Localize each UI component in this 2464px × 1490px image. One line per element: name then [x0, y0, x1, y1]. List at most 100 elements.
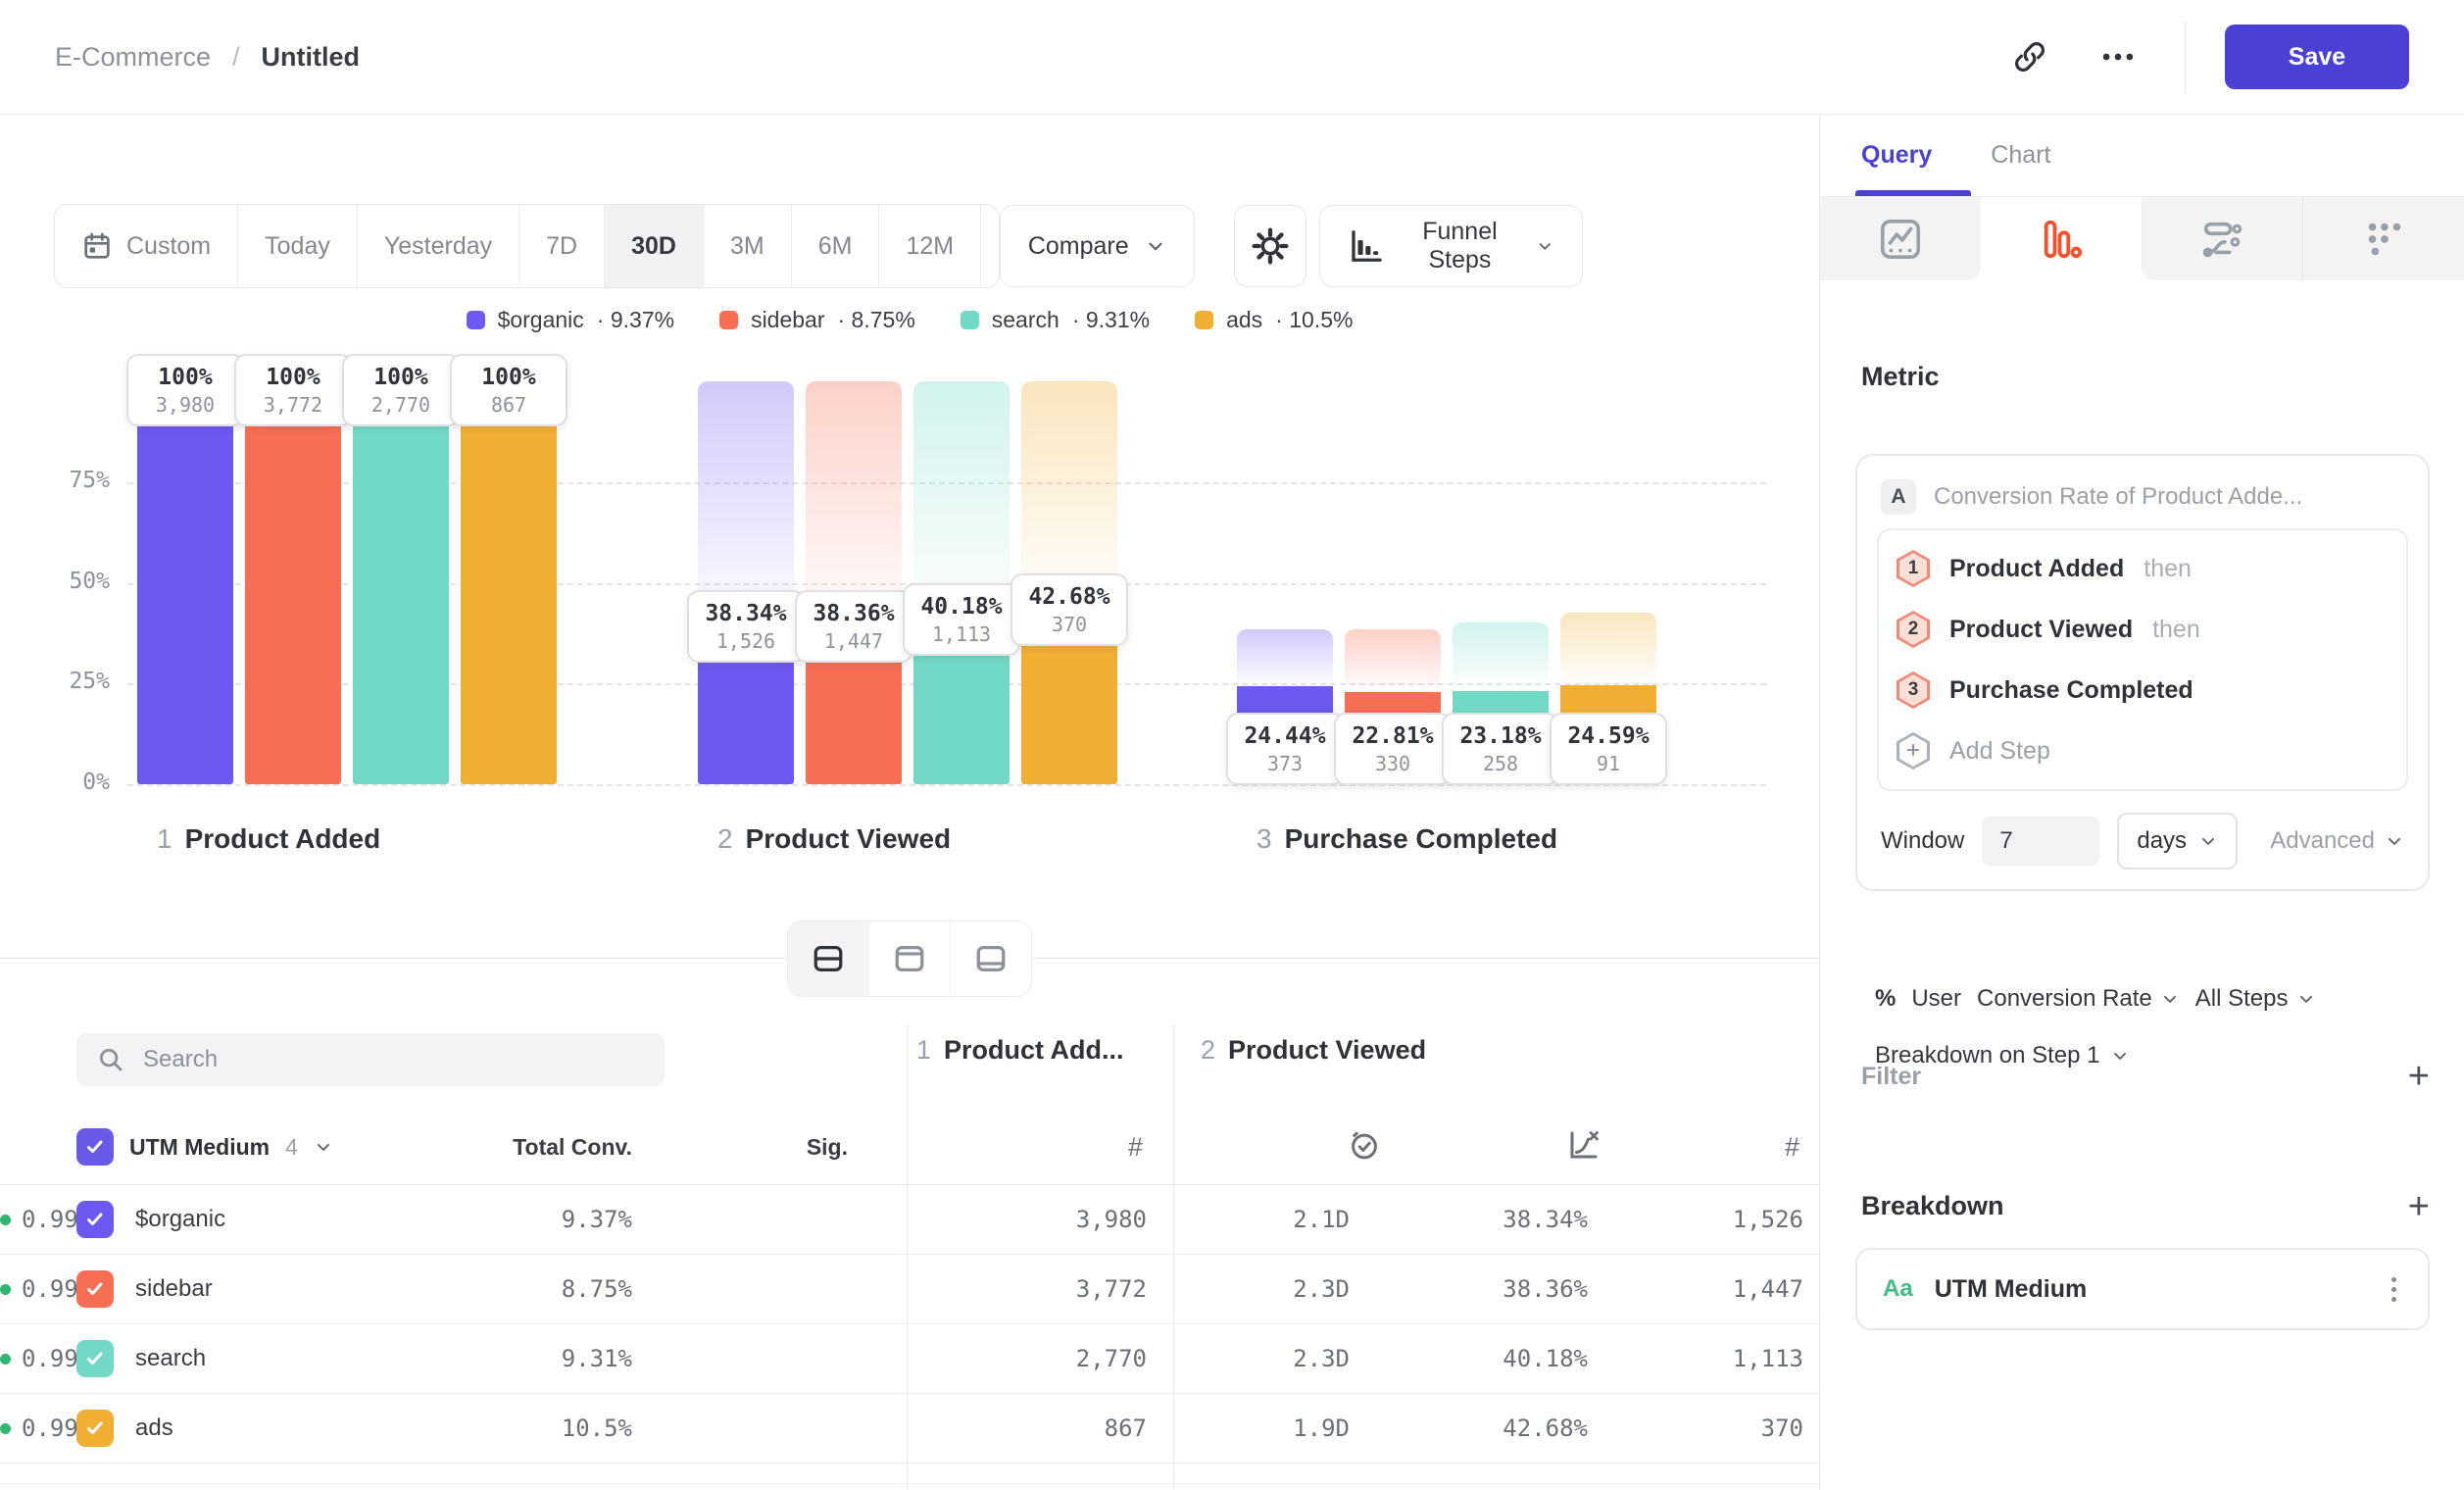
- metric-step-then: then: [2152, 616, 2200, 644]
- y-axis-tick: 50%: [0, 569, 110, 594]
- window-unit-dropdown[interactable]: days: [2117, 813, 2238, 869]
- tab-chart[interactable]: Chart: [1991, 141, 2050, 170]
- metric-title-row[interactable]: A Conversion Rate of Product Adde...: [1877, 473, 2408, 528]
- compare-button[interactable]: Compare: [1000, 205, 1195, 287]
- advanced-dropdown[interactable]: Advanced: [2270, 827, 2404, 855]
- funnel-bar-organic-step1[interactable]: 100%3,980: [137, 381, 233, 784]
- legend-item-organic[interactable]: $organic· 9.37%: [467, 307, 675, 333]
- metric-step-2[interactable]: 2Product Viewedthen: [1879, 599, 2406, 660]
- save-button[interactable]: Save: [2225, 25, 2409, 89]
- step-name: Product Viewed: [746, 823, 952, 855]
- breadcrumb: E-Commerce / Untitled: [55, 42, 360, 73]
- window-value-input[interactable]: [1982, 817, 2099, 866]
- step2-count-value: 1,526: [1733, 1185, 1803, 1254]
- range-30d[interactable]: 30D: [604, 205, 703, 287]
- funnel-bar-search-step2[interactable]: 40.18%1,113: [913, 381, 1010, 784]
- legend-item-sidebar[interactable]: sidebar· 8.75%: [719, 307, 915, 333]
- row-checkbox[interactable]: [76, 1270, 114, 1308]
- y-axis-tick: 75%: [0, 468, 110, 493]
- select-all-checkbox[interactable]: [76, 1128, 114, 1166]
- funnel-bar-ads-step1[interactable]: 100%867: [461, 381, 557, 784]
- add-step-button[interactable]: +Add Step: [1879, 720, 2406, 781]
- chart-type-dropdown[interactable]: Funnel Steps: [1319, 205, 1583, 287]
- topbar-divider: [2185, 22, 2186, 92]
- range-custom[interactable]: Custom: [55, 205, 237, 287]
- table-only-view-button[interactable]: [950, 921, 1031, 996]
- funnel-bar-sidebar-step3[interactable]: 22.81%330: [1345, 381, 1441, 784]
- funnel-bar-organic-step3[interactable]: 24.44%373: [1237, 381, 1333, 784]
- range-xtd[interactable]: XTD: [980, 205, 1000, 287]
- range-yesterday[interactable]: Yesterday: [357, 205, 518, 287]
- legend-item-search[interactable]: search· 9.31%: [961, 307, 1150, 333]
- breakdown-item[interactable]: Aa UTM Medium: [1855, 1248, 2430, 1330]
- step2-avg-time-column-icon[interactable]: [1347, 1127, 1382, 1163]
- search-input[interactable]: [141, 1045, 645, 1074]
- measure-scope-dropdown[interactable]: All Steps: [2195, 985, 2316, 1013]
- step-badge-number: 3: [1897, 671, 1930, 709]
- tab-query[interactable]: Query: [1861, 141, 1932, 170]
- add-breakdown-button[interactable]: +: [2408, 1192, 2430, 1221]
- chart-type-tab-funnel-chart[interactable]: [1981, 197, 2142, 280]
- bar-count: 258: [1483, 751, 1518, 776]
- funnel-bar-organic-step2[interactable]: 38.34%1,526: [698, 381, 794, 784]
- breadcrumb-page[interactable]: Untitled: [262, 42, 361, 73]
- conversion-window-row: Window days Advanced: [1877, 813, 2408, 869]
- total-conv-column-header[interactable]: Total Conv.: [513, 1119, 632, 1174]
- group-column-header[interactable]: UTM Medium 4: [76, 1119, 333, 1174]
- chart-type-tab-flow-chart[interactable]: [2142, 197, 2303, 280]
- funnel-bar-sidebar-step2[interactable]: 38.36%1,447: [806, 381, 902, 784]
- bar-count: 3,980: [156, 392, 215, 418]
- metric-step-1[interactable]: 1Product Addedthen: [1879, 538, 2406, 599]
- funnel-bar-ads-step3[interactable]: 24.59%91: [1560, 381, 1656, 784]
- step2-avg-time-value: 2.3D: [1293, 1255, 1350, 1323]
- step2-count-column-icon[interactable]: #: [1785, 1119, 1799, 1174]
- metric-step-label: Purchase Completed: [1949, 676, 2193, 705]
- split-view-button[interactable]: [788, 921, 868, 996]
- more-options-icon[interactable]: [2091, 29, 2145, 84]
- add-filter-button[interactable]: +: [2408, 1062, 2430, 1091]
- copy-link-icon[interactable]: [2002, 29, 2057, 84]
- step1-count-value: 3,772: [1076, 1255, 1147, 1323]
- metric-step-3[interactable]: 3 Purchase Completed: [1879, 660, 2406, 720]
- chart-type-tab-retention-grid[interactable]: [2303, 197, 2464, 280]
- table-row-sidebar: sidebar8.75%0.993,7722.3D38.36%1,447: [0, 1255, 1819, 1324]
- breakdown-item-menu[interactable]: [2386, 1271, 2402, 1308]
- funnel-bar-sidebar-step1[interactable]: 100%3,772: [245, 381, 341, 784]
- funnel-bar-ads-step2[interactable]: 42.68%370: [1021, 381, 1117, 784]
- step2-conversion-column-icon[interactable]: [1566, 1127, 1602, 1163]
- breadcrumb-separator: /: [232, 42, 240, 73]
- table-search: [76, 1033, 665, 1086]
- panel-tabs: Query Chart: [1820, 115, 2464, 197]
- measure-entity[interactable]: User: [1911, 985, 1961, 1013]
- chart-only-view-button[interactable]: [868, 921, 950, 996]
- legend-item-ads[interactable]: ads· 10.5%: [1195, 307, 1353, 333]
- range-12m[interactable]: 12M: [878, 205, 980, 287]
- funnel-bar-search-step1[interactable]: 100%2,770: [353, 381, 449, 784]
- row-checkbox[interactable]: [76, 1410, 114, 1447]
- split-view-icon: [811, 942, 846, 975]
- y-axis-tick: 0%: [0, 770, 110, 795]
- range-7d[interactable]: 7D: [518, 205, 604, 287]
- row-checkbox[interactable]: [76, 1201, 114, 1238]
- breakdown-value-label: ads: [135, 1394, 173, 1463]
- funnel-steps-list: 1Product Addedthen2Product Viewedthen 3 Pu…: [1877, 528, 2408, 791]
- bar-dropoff-region: [1560, 613, 1656, 685]
- row-checkbox[interactable]: [76, 1340, 114, 1377]
- range-today[interactable]: Today: [237, 205, 357, 287]
- bar-value-label: 22.81%330: [1334, 713, 1452, 785]
- sig-column-header[interactable]: Sig.: [807, 1119, 848, 1174]
- funnel-bar-search-step3[interactable]: 23.18%258: [1453, 381, 1549, 784]
- measure-metric-dropdown[interactable]: Conversion Rate: [1977, 985, 2180, 1013]
- range-label: 6M: [818, 232, 853, 261]
- bar-value-label: 100%3,980: [126, 354, 244, 426]
- range-label: 30D: [631, 232, 676, 261]
- chart-settings-button[interactable]: [1234, 205, 1307, 287]
- chart-type-tab-line-chart[interactable]: [1820, 197, 1981, 280]
- bar-percent: 40.18%: [920, 592, 1002, 621]
- step-badge-number: 1: [1897, 550, 1930, 587]
- range-3m[interactable]: 3M: [703, 205, 791, 287]
- retention-grid-icon: [2361, 217, 2406, 262]
- range-6m[interactable]: 6M: [791, 205, 879, 287]
- breadcrumb-project[interactable]: E-Commerce: [55, 42, 211, 73]
- step1-count-column-icon[interactable]: #: [1128, 1119, 1143, 1174]
